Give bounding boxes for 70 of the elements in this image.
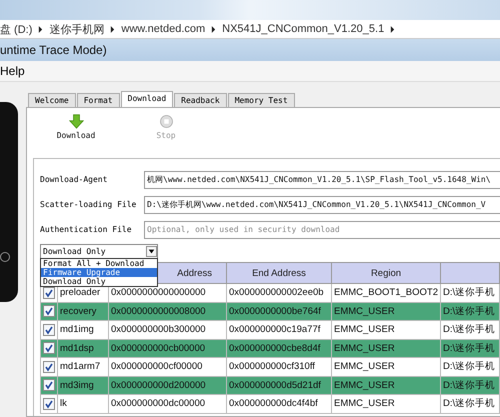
table-cell: 0x000000000dc4f4bf: [229, 398, 318, 410]
table-cell: 0x000000000cf00000: [111, 361, 202, 372]
checkbox[interactable]: [43, 286, 55, 299]
tab[interactable]: Readback: [174, 93, 227, 107]
checkbox[interactable]: [43, 342, 55, 354]
table-cell: 0x0000000000008000: [111, 306, 206, 317]
table-cell: md1img: [60, 324, 94, 336]
table-cell: md1dsp: [60, 342, 94, 354]
window-title: untime Trace Mode): [0, 43, 107, 57]
path-field[interactable]: D:\迷你手机网\www.netded.com\NX541J_CNCommon_V1.20_5.1\NX541J_CNCommon_V: [144, 196, 500, 214]
table-cell: D:\迷你手机: [443, 342, 496, 354]
table-cell: D:\迷你手机: [443, 287, 496, 298]
toolbar-button[interactable]: Download: [51, 114, 101, 158]
stop-icon: [158, 114, 174, 129]
table-cell: 0x000000000cbe8d4f: [229, 342, 320, 354]
table-cell: EMMC_USER: [334, 342, 395, 354]
table-cell: 0x0000000000be764f: [229, 306, 321, 317]
table-cell: D:\迷你手机: [443, 324, 496, 336]
tab[interactable]: Format: [76, 93, 120, 107]
breadcrumb-item[interactable]: www.netded.com: [121, 23, 206, 35]
table-cell: 0x000000000cf310ff: [229, 361, 315, 372]
table-cell: EMMC_USER: [334, 306, 395, 317]
table-cell: 0x000000000b300000: [111, 324, 206, 336]
column-header: End Address: [226, 262, 332, 284]
table-cell: D:\迷你手机: [443, 398, 496, 410]
table-cell: 0x000000000dc00000: [111, 398, 206, 410]
mode-dropdown[interactable]: Download Only: [40, 244, 158, 259]
chevron-icon: [211, 26, 216, 32]
field-label: Download-Agent: [40, 175, 108, 184]
field-label: Scatter-loading File: [40, 200, 138, 209]
table-cell: preloader: [60, 287, 100, 298]
tab[interactable]: Welcome: [28, 93, 76, 107]
breadcrumb-item[interactable]: 迷你手机网: [49, 22, 104, 36]
column-header: Region: [332, 262, 440, 284]
checkbox[interactable]: [43, 379, 55, 392]
tab[interactable]: Memory Test: [228, 93, 295, 107]
table-cell: EMMC_USER: [334, 324, 395, 336]
table-cell: md1arm7: [60, 361, 100, 372]
table-cell: 0x000000000d5d21df: [229, 380, 321, 391]
table-cell: md3img: [60, 380, 94, 391]
table-cell: EMMC_USER: [334, 380, 395, 391]
checkbox[interactable]: [43, 305, 55, 318]
breadcrumb-item[interactable]: 盘 (D:): [0, 22, 32, 36]
chevron-icon: [110, 26, 116, 32]
table-cell: lk: [60, 398, 67, 410]
dropdown-option[interactable]: Firmware Upgrade: [41, 268, 157, 277]
breadcrumb-item[interactable]: NX541J_CNCommon_V1.20_5.1: [222, 23, 384, 35]
down-arrow-icon: [68, 114, 84, 129]
table-cell: EMMC_USER: [334, 361, 395, 372]
path-field[interactable]: 机网\www.netded.com\NX541J_CNCommon_V1.20_5.1\SP_Flash_Tool_v5.1648_Win\: [144, 170, 500, 188]
table-cell: 0x000000000cb00000: [111, 342, 206, 354]
table-cell: 0x000000000002ee0b: [229, 287, 324, 298]
checkbox[interactable]: [43, 360, 55, 373]
table-cell: 0x000000000c19a77f: [229, 324, 320, 336]
checkbox[interactable]: [43, 398, 55, 410]
path-field[interactable]: Optional, only used in security download: [144, 220, 500, 238]
table-cell: D:\迷你手机: [443, 306, 496, 317]
table-cell: D:\迷你手机: [443, 361, 496, 372]
chevron-icon: [38, 26, 44, 32]
chevron-icon: [390, 26, 396, 32]
table-cell: D:\迷你手机: [443, 380, 496, 391]
table-cell: EMMC_USER: [334, 398, 395, 410]
menu-item[interactable]: Help: [0, 64, 25, 78]
table-cell: recovery: [60, 306, 96, 317]
table-cell: 0x0000000000000000: [111, 287, 206, 298]
table-cell: 0x000000000d200000: [111, 380, 206, 391]
checkbox[interactable]: [43, 324, 55, 336]
table-cell: EMMC_BOOT1_BOOT2: [334, 287, 438, 298]
tab[interactable]: Download: [120, 91, 174, 107]
field-label: Authentication File: [40, 225, 133, 234]
